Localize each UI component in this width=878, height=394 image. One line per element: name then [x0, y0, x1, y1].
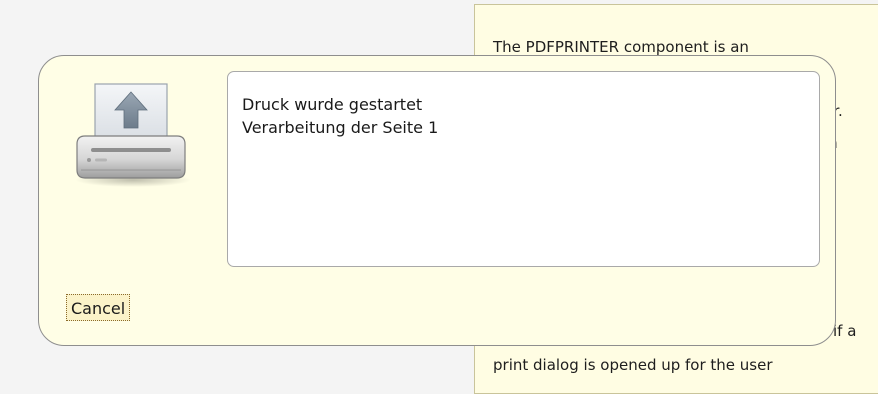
status-message-box: Druck wurde gestartet Verarbeitung der S…: [227, 71, 820, 267]
status-line-started: Druck wurde gestartet: [242, 95, 423, 114]
status-line-page: Verarbeitung der Seite 1: [242, 118, 439, 137]
printer-icon: [69, 78, 193, 188]
help-text-line: The PDFPRINTER component is an: [493, 38, 749, 56]
cancel-button[interactable]: Cancel: [66, 294, 131, 321]
print-progress-dialog: Druck wurde gestartet Verarbeitung der S…: [38, 55, 836, 346]
help-text-line: if a: [833, 322, 857, 340]
help-text-line: print dialog is opened up for the user: [493, 356, 773, 374]
